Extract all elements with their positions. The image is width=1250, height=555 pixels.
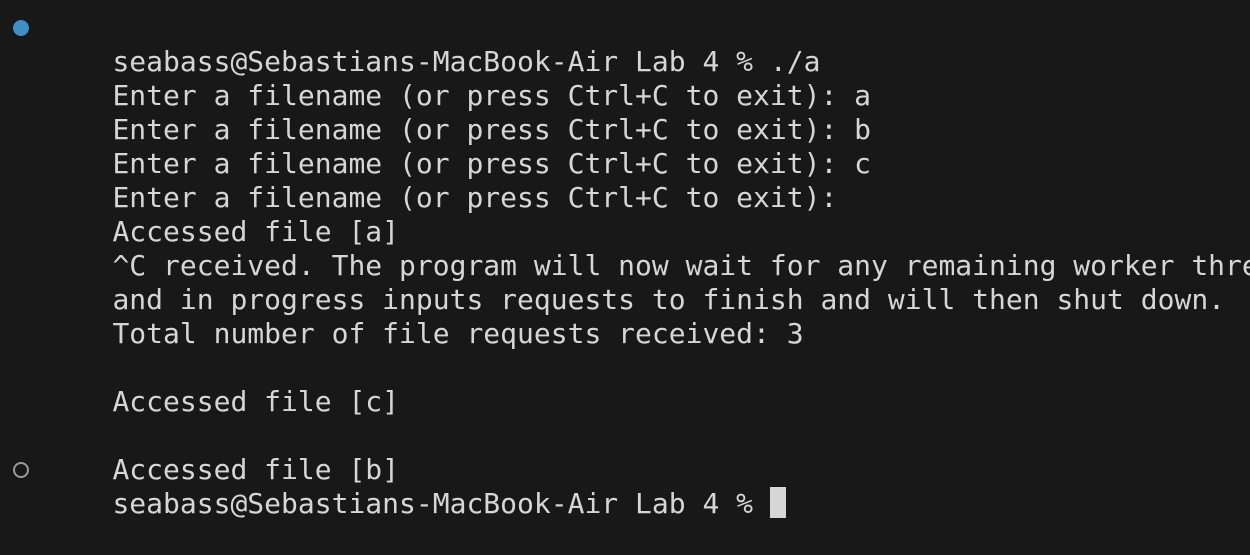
terminal-line-interrupt-notice: ^C received. The program will now wait f… [45,215,1250,282]
terminal-line-accessed-a: Accessed file [a] [45,181,1250,248]
terminal-line-interrupt-continuation: and in progress inputs requests to finis… [45,249,1250,316]
terminal-line-prompt-b: Enter a filename (or press Ctrl+C to exi… [45,79,1250,146]
terminal-line-command-run: seabass@Sebastians-MacBook-Air Lab 4 % .… [13,11,1250,78]
terminal-line-prompt-c: Enter a filename (or press Ctrl+C to exi… [45,113,1250,180]
command-pending-ring-icon [13,462,29,478]
terminal-line-blank-1 [45,317,1250,351]
command-success-dot-icon [13,20,29,36]
current-prompt-text: seabass@Sebastians-MacBook-Air Lab 4 % [112,487,754,520]
terminal-cursor[interactable] [770,487,787,518]
terminal-line-blank-2 [45,385,1250,419]
terminal-line-total-requests: Total number of file requests received: … [45,283,1250,350]
terminal-line-accessed-c: Accessed file [c] [45,351,1250,418]
terminal-line-current-prompt[interactable]: seabass@Sebastians-MacBook-Air Lab 4 % [13,453,1250,520]
terminal-line-accessed-b: Accessed file [b] [45,419,1250,486]
terminal-line-prompt-empty: Enter a filename (or press Ctrl+C to exi… [45,147,1250,214]
terminal-line-prompt-a: Enter a filename (or press Ctrl+C to exi… [45,45,1250,112]
terminal-window[interactable]: seabass@Sebastians-MacBook-Air Lab 4 % .… [0,0,1250,520]
